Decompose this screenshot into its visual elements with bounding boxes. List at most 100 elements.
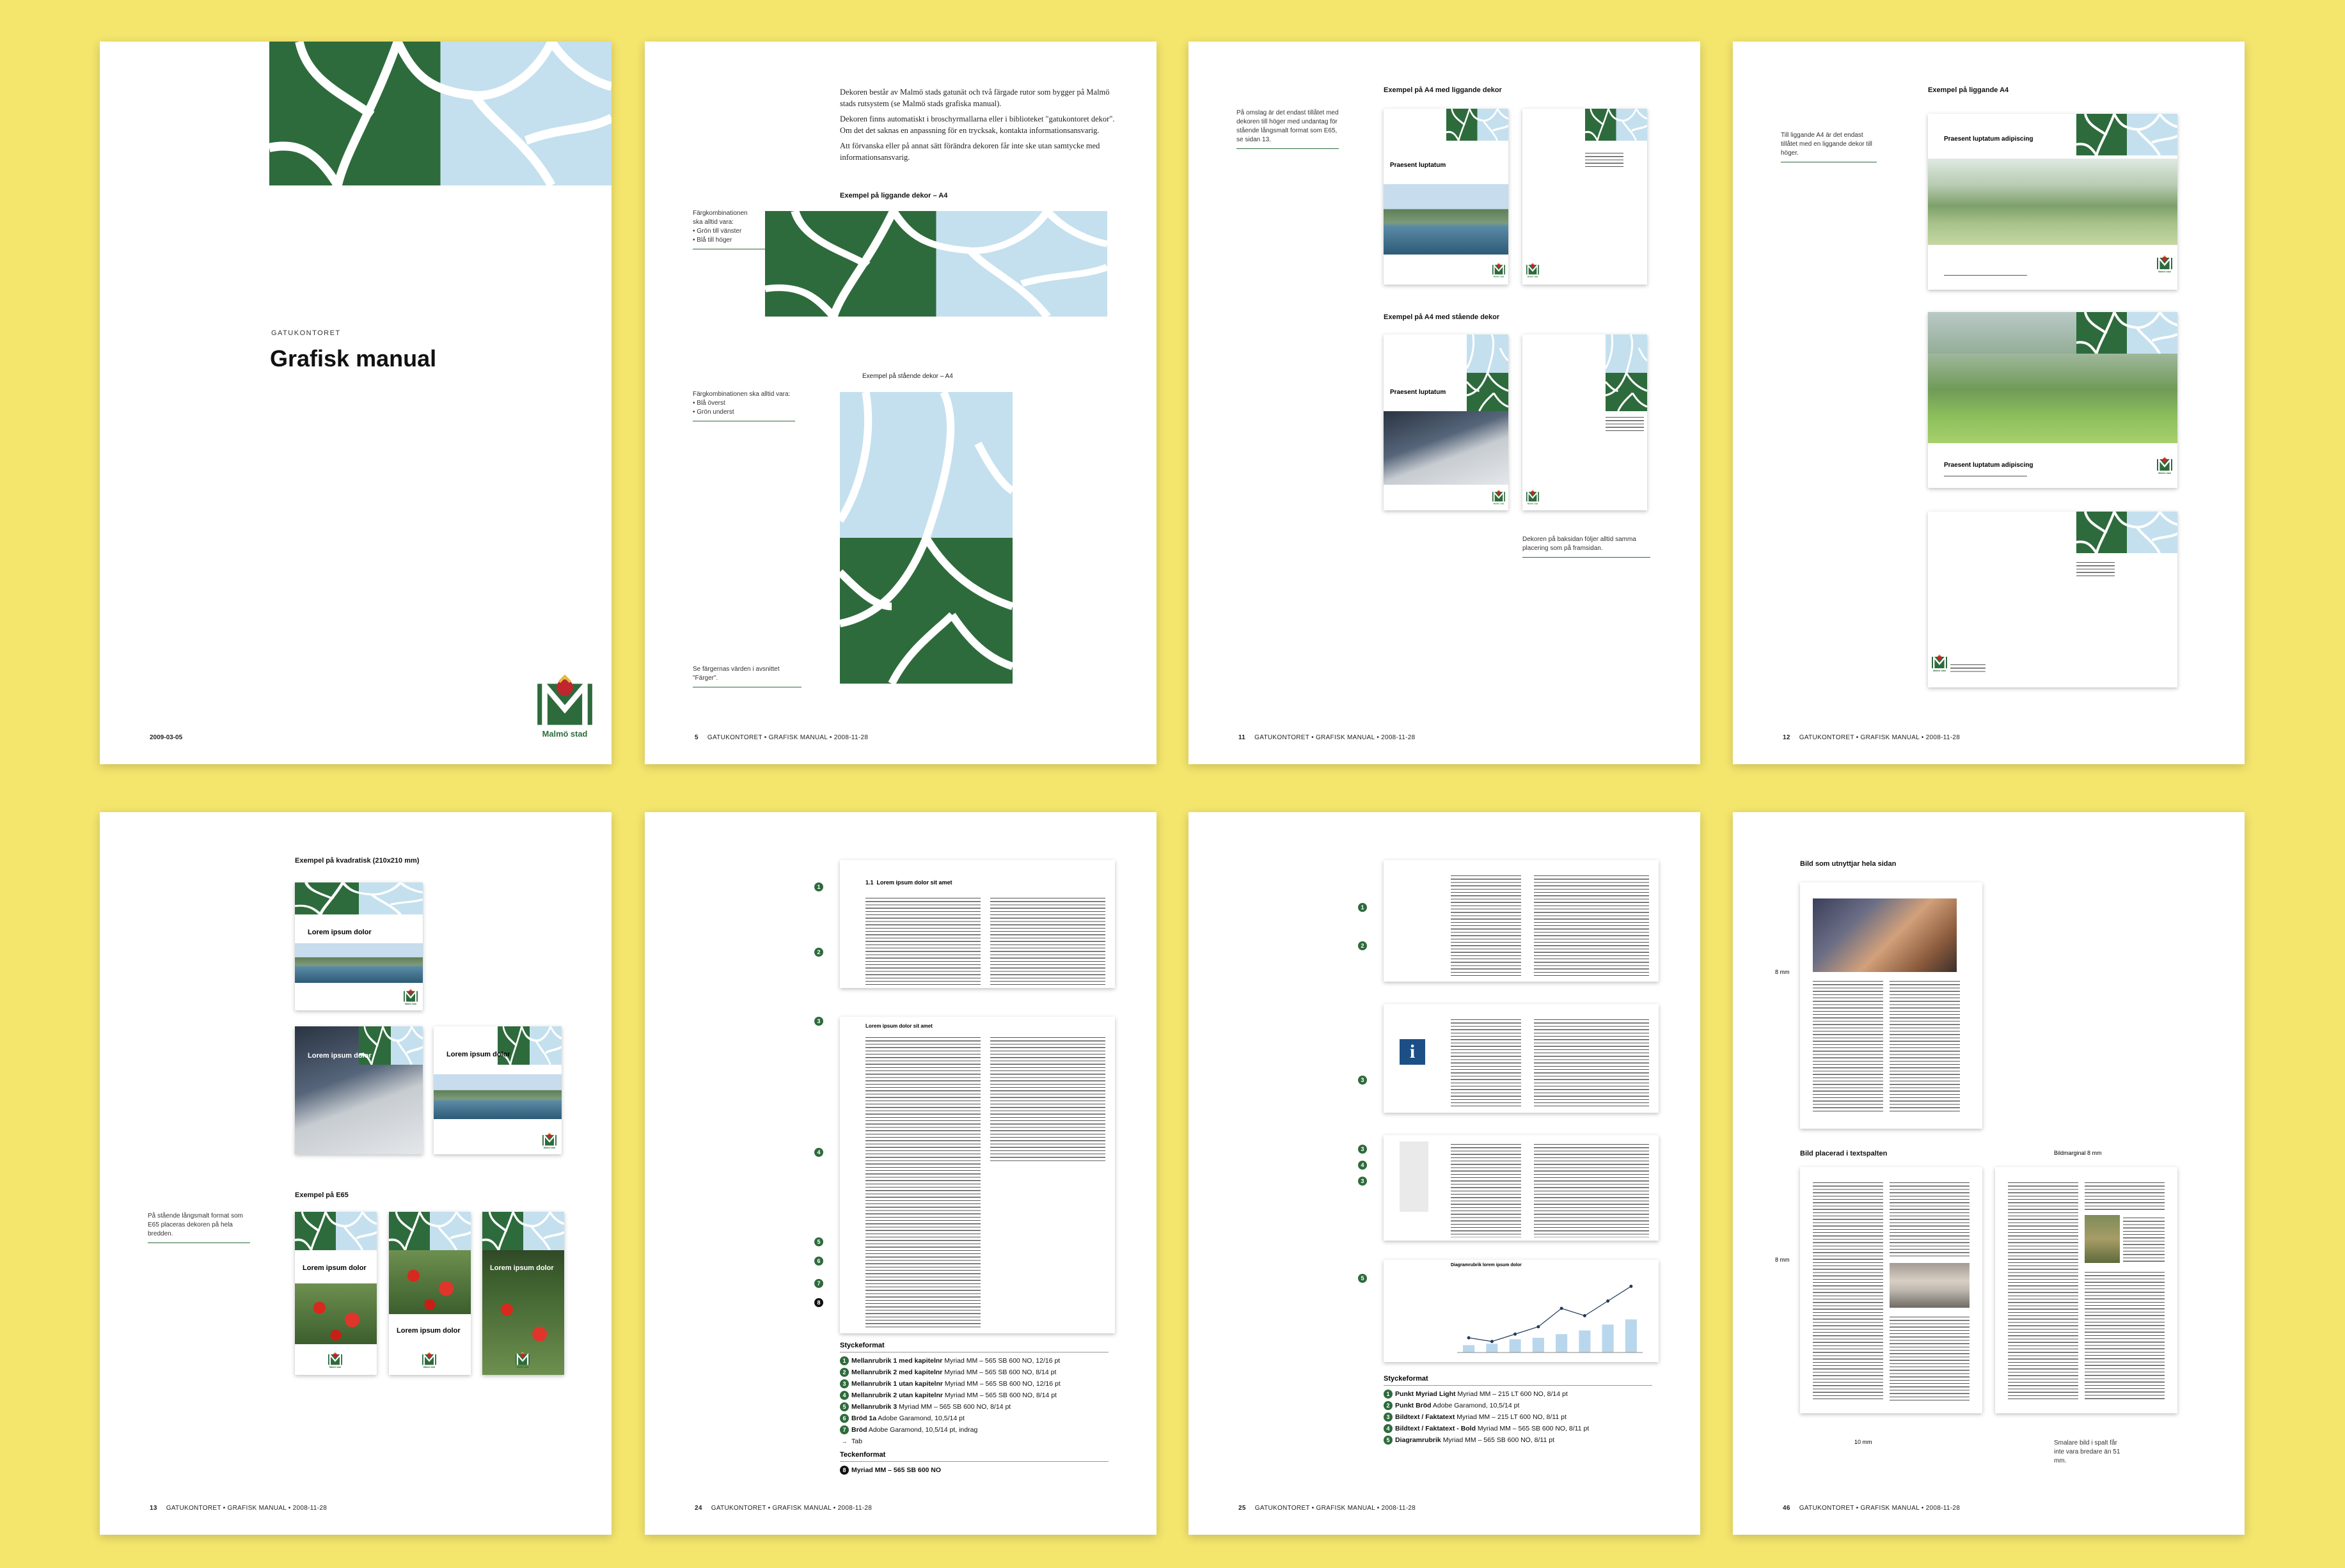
caption-narrow-image: Smalare bild i spalt får inte vara breda…: [2054, 1439, 2120, 1464]
footer-text: GATUKONTORET • GRAFISK MANUAL • 2008-11-…: [166, 1505, 328, 1512]
legend-style-spec: Myriad MM – 565 SB 600 NO, 8/14 pt: [942, 1392, 1057, 1399]
e65-cover: Lorem ipsum dolor: [482, 1212, 564, 1375]
heading-portrait: Exempel på stående dekor – A4: [862, 373, 953, 380]
cover-title: Praesent luptatum: [1390, 389, 1446, 396]
crowd-photo: [1813, 898, 1957, 972]
text-column: [1890, 1314, 1970, 1400]
chart-spread: Diagramrubrik lorem ipsum dolor: [1384, 1260, 1659, 1362]
legend-style-name: Mellanrubrik 2 utan kapitelnr: [851, 1392, 943, 1399]
chart-bar: [1486, 1344, 1498, 1352]
callout-marker: 3: [1358, 1075, 1367, 1085]
measure-label: 8 mm: [1775, 1257, 1790, 1263]
heading-e65: Exempel på E65: [295, 1191, 349, 1199]
caption-top: På omslag är det endast tillåtet med dek…: [1236, 109, 1339, 149]
decor-graphic: [2076, 512, 2177, 553]
text-column: [2085, 1269, 2165, 1400]
chart-title: Diagramrubrik lorem ipsum dolor: [1451, 1263, 1522, 1267]
text-column: [865, 1035, 981, 1329]
text-block: [1585, 150, 1623, 169]
page-title: Grafisk manual: [270, 345, 437, 372]
callout-marker: 3: [1358, 1176, 1367, 1186]
example-page: [1800, 882, 1982, 1129]
chart-bar: [1579, 1330, 1591, 1352]
decor-graphic: [1467, 334, 1508, 411]
measure-label: 10 mm: [1854, 1439, 1872, 1445]
callout-marker: 1: [814, 882, 823, 891]
brochure-cover: Praesent luptatum: [1384, 334, 1508, 510]
square-cover: Lorem ipsum dolor: [434, 1026, 562, 1154]
decor-graphic: [1585, 109, 1647, 141]
text-column: [1813, 1180, 1883, 1400]
malmo-crest-icon: [1526, 489, 1539, 505]
legend-style-spec: Myriad MM – 565 SB 600 NO, 12/16 pt: [942, 1357, 1061, 1365]
text-column: [1534, 1141, 1649, 1237]
callout-marker: 4: [1358, 1160, 1367, 1170]
brochure-back: [1522, 334, 1647, 510]
legend-number: 2: [1384, 1401, 1393, 1411]
skater-photo: [1384, 411, 1508, 485]
chart-point: [1536, 1325, 1540, 1329]
legend-item: 2 Mellanrubrik 2 med kapitelnr Myriad MM …: [840, 1367, 1109, 1378]
legend-number: 7: [840, 1425, 849, 1435]
legend-item: 5 Diagramrubrik Myriad MM – 565 SB 600 NO…: [1384, 1434, 1652, 1446]
cover-date: 2009-03-05: [150, 734, 183, 741]
heading-fullpage-image: Bild som utnyttjar hela sidan: [1800, 860, 1897, 868]
legend-style-spec: Tab: [851, 1438, 862, 1445]
department-label: GATUKONTORET: [271, 329, 341, 337]
square-cover: Lorem ipsum dolor: [295, 1026, 423, 1154]
legend-number: →: [841, 1438, 848, 1445]
page-a4-examples: På omslag är det endast tillåtet med dek…: [1188, 42, 1700, 764]
chart-bar: [1556, 1334, 1568, 1352]
intro-text: Dekoren består av Malmö stads gatunät oc…: [840, 86, 1115, 167]
decor-graphic: [269, 42, 612, 185]
text-spread: [1384, 860, 1659, 982]
caption-portrait: Färgkombinationen ska alltid vara: • Blå…: [693, 390, 795, 421]
callout-marker: 5: [814, 1237, 823, 1246]
example-page: [1800, 1167, 1982, 1413]
legend-number: 4: [1384, 1424, 1393, 1434]
river-photo: [295, 943, 423, 983]
park-walkers-photo: [1928, 159, 2177, 245]
footer-text: GATUKONTORET • GRAFISK MANUAL • 2008-11-…: [1254, 734, 1416, 741]
page-bullets-chart: i Diagramrubrik lorem ipsum dolor 1 2 3 …: [1188, 812, 1700, 1535]
chart-bar: [1463, 1345, 1475, 1352]
decor-graphic: [295, 1212, 377, 1250]
legend-item: 1 Punkt Myriad Light Myriad MM – 215 LT 6…: [1384, 1388, 1652, 1400]
decor-portrait-example: [840, 392, 1013, 684]
legend-item: → Tab: [840, 1436, 1109, 1447]
text-block: [1944, 473, 2027, 477]
malmo-crest-icon: [1492, 489, 1505, 505]
decor-graphic: [1606, 334, 1647, 411]
malmo-crest-icon: [1492, 262, 1505, 278]
section-title: Lorem ipsum dolor sit amet: [865, 1023, 933, 1029]
caption-landscape: Till liggande A4 är det endast tillåtet …: [1781, 131, 1877, 162]
measure-label: 8 mm: [1775, 969, 1790, 975]
cover-title: Lorem ipsum dolor: [490, 1264, 554, 1272]
page-number: 13: [150, 1505, 157, 1512]
legend-number: 3: [1384, 1413, 1393, 1422]
footer-text: GATUKONTORET • GRAFISK MANUAL • 2008-11-…: [707, 734, 869, 741]
legend-item: 8 Myriad MM – 565 SB 600 NO: [840, 1464, 1109, 1476]
legend-title: Teckenformat: [840, 1451, 1109, 1462]
callout-marker: 2: [814, 948, 823, 957]
malmo-crest-icon: [2157, 255, 2172, 274]
chart-bar: [1625, 1319, 1637, 1352]
heading-portrait-a4: Exempel på A4 med stående dekor: [1384, 313, 1500, 321]
legend-number: 6: [840, 1414, 849, 1423]
decor-graphic: [1446, 109, 1508, 141]
text-column: [1534, 873, 1649, 978]
heading-landscape: Exempel på liggande dekor – A4: [840, 192, 948, 200]
cover-title: Praesent luptatum adipiscing: [1944, 136, 2033, 143]
malmo-crest-icon: [422, 1351, 436, 1369]
legend-item: 1 Mellanrubrik 1 med kapitelnr Myriad MM …: [840, 1355, 1109, 1367]
heading-landscape: Exempel på liggande A4: [1928, 86, 2009, 94]
landscape-back: [1928, 512, 2177, 687]
legend-style-name: Bildtext / Faktatext - Bold: [1395, 1425, 1476, 1432]
legend-style-spec: Myriad MM – 565 SB 600 NO, 12/16 pt: [942, 1380, 1061, 1388]
footer-text: GATUKONTORET • GRAFISK MANUAL • 2008-11-…: [1799, 1505, 1961, 1512]
legend-style-spec: Myriad MM – 565 SB 600 NO, 8/11 pt: [1441, 1436, 1554, 1444]
footer-text: GATUKONTORET • GRAFISK MANUAL • 2008-11-…: [711, 1505, 872, 1512]
chart-point: [1467, 1336, 1471, 1340]
callout-marker: 6: [814, 1257, 823, 1266]
legend-style-name: Bröd: [851, 1426, 867, 1434]
